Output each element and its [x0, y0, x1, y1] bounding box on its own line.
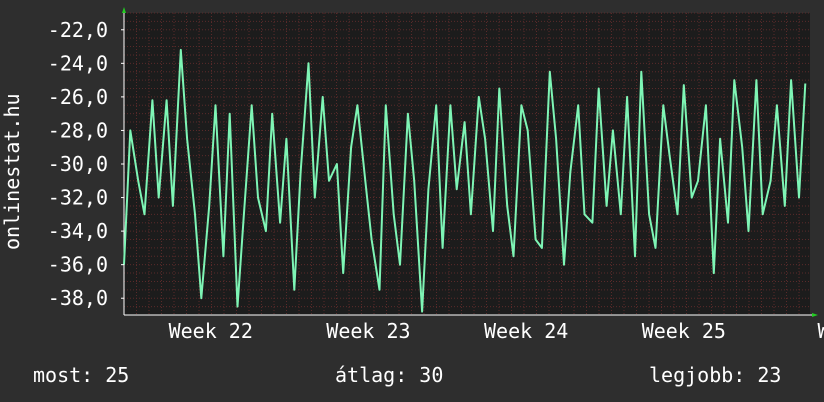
- y-tick-label: -24,0: [48, 51, 108, 75]
- side-label: onlinestat.hu: [0, 93, 24, 250]
- chart: -22,0 -24,0 -26,0 -28,0 -30,0 -32,0 -34,0 -36,0…: [0, 7, 824, 343]
- y-tick-label: -38,0: [48, 286, 108, 310]
- x-tick-label: Week 22: [169, 319, 253, 343]
- x-axis-ticks: Week 22 Week 23 Week 24 Week 25 Week: [169, 319, 824, 343]
- x-tick-label: Week 25: [642, 319, 726, 343]
- y-tick-label: -26,0: [48, 85, 108, 109]
- x-tick-label: Week 23: [326, 319, 410, 343]
- y-tick-label: -30,0: [48, 152, 108, 176]
- x-tick-label: Week 24: [484, 319, 568, 343]
- stat-most: most: 25: [33, 363, 130, 387]
- x-axis-arrow: [812, 313, 818, 317]
- y-tick-label: -32,0: [48, 186, 108, 210]
- y-tick-label: -28,0: [48, 118, 108, 142]
- y-axis-ticks: -22,0 -24,0 -26,0 -28,0 -30,0 -32,0 -34,0 -36,0…: [48, 18, 124, 310]
- y-tick-label: -22,0: [48, 18, 108, 42]
- y-tick-label: -36,0: [48, 253, 108, 277]
- y-axis-arrow: [122, 7, 126, 13]
- stat-best: legjobb: 23: [649, 363, 782, 387]
- stat-average: átlag: 30: [335, 363, 444, 387]
- y-tick-label: -34,0: [48, 219, 108, 243]
- x-tick-label: Week: [817, 319, 824, 343]
